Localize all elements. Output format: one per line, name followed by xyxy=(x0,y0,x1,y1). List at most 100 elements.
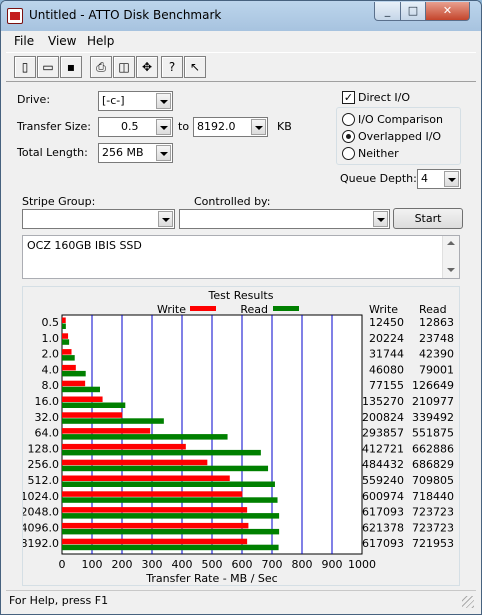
new-icon[interactable]: ▯ xyxy=(14,56,36,78)
read-value-label: 551875 xyxy=(412,427,454,440)
y-tick-label: 256.0 xyxy=(28,458,60,471)
y-tick-label: 1024.0 xyxy=(23,490,59,503)
read-value-label: 23748 xyxy=(419,332,454,345)
legend-read-label: Read xyxy=(240,303,268,316)
help-icon[interactable]: ? xyxy=(161,56,183,78)
total-length-select[interactable]: 256 MB xyxy=(98,143,173,163)
queue-depth-select[interactable]: 4 xyxy=(417,169,461,189)
write-bar xyxy=(62,380,86,387)
title-bar[interactable]: Untitled - ATTO Disk Benchmark _ □ ✕ xyxy=(1,1,481,31)
kb-label: KB xyxy=(277,120,292,133)
minimize-button[interactable]: _ xyxy=(374,2,401,21)
read-bar xyxy=(62,418,164,424)
status-text: For Help, press F1 xyxy=(9,594,109,607)
chevron-down-icon[interactable] xyxy=(373,211,388,227)
open-icon[interactable]: ▭ xyxy=(37,56,59,78)
save-icon[interactable]: ▪ xyxy=(60,56,82,78)
write-bar xyxy=(62,522,249,529)
chevron-down-icon[interactable] xyxy=(158,211,173,227)
stripe-group-select[interactable] xyxy=(22,209,175,229)
queue-depth-value: 4 xyxy=(421,172,428,185)
test-results-chart: Test Results Write Read Write Read 0 100 200 300… xyxy=(21,289,455,585)
controlled-by-label: Controlled by: xyxy=(194,195,271,208)
read-bar xyxy=(62,323,66,329)
read-bar xyxy=(62,528,280,535)
read-value-label: 210977 xyxy=(412,395,454,408)
chevron-down-icon[interactable] xyxy=(251,119,266,135)
y-tick-label: 64.0 xyxy=(35,427,60,440)
maximize-button[interactable]: □ xyxy=(400,2,426,21)
chevron-down-icon[interactable] xyxy=(444,171,459,187)
read-value-label: 723723 xyxy=(412,521,454,534)
io-comparison-radio[interactable] xyxy=(342,113,355,126)
controlled-by-select[interactable] xyxy=(179,209,390,229)
transfer-size-label: Transfer Size: xyxy=(17,120,92,133)
y-tick-label: 2048.0 xyxy=(23,506,59,519)
neither-radio[interactable] xyxy=(342,147,355,160)
read-bar xyxy=(62,370,86,377)
print-preview-icon[interactable]: ◫ xyxy=(113,56,135,78)
transfer-size-to-select[interactable]: 8192.0 xyxy=(193,117,268,137)
write-bar xyxy=(62,364,76,371)
menu-file[interactable]: File xyxy=(14,34,34,48)
read-value-label: 42390 xyxy=(419,348,454,361)
neither-label[interactable]: Neither xyxy=(358,147,399,160)
read-bar xyxy=(62,355,75,361)
write-value-label: 559240 xyxy=(362,474,404,487)
overlapped-io-label[interactable]: Overlapped I/O xyxy=(358,130,441,143)
read-bar xyxy=(62,402,126,408)
menu-view[interactable]: View xyxy=(48,34,76,48)
write-value-label: 621378 xyxy=(362,521,404,534)
start-button[interactable]: Start xyxy=(393,208,463,229)
close-button[interactable]: ✕ xyxy=(425,2,470,21)
x-tick-label: 1000 xyxy=(348,558,376,571)
y-tick-label: 8.0 xyxy=(42,379,60,392)
read-value-label: 718440 xyxy=(412,490,454,503)
write-value-label: 200824 xyxy=(362,411,404,424)
description-memo[interactable]: OCZ 160GB IBIS SSD xyxy=(22,235,460,279)
read-value-label: 126649 xyxy=(412,379,454,392)
menu-help[interactable]: Help xyxy=(87,34,114,48)
read-bar xyxy=(62,544,279,551)
atto-app-icon[interactable] xyxy=(7,8,23,24)
write-bar xyxy=(62,412,123,418)
read-value-label: 662886 xyxy=(412,442,454,455)
read-value-label: 686829 xyxy=(412,458,454,471)
read-bar xyxy=(62,481,275,487)
read-bar xyxy=(62,386,100,393)
resize-grip-icon[interactable] xyxy=(462,596,474,608)
read-bar xyxy=(62,339,70,345)
io-comparison-label[interactable]: I/O Comparison xyxy=(358,113,443,126)
direct-io-label[interactable]: Direct I/O xyxy=(358,91,410,104)
write-value-label: 484432 xyxy=(362,458,404,471)
print-icon[interactable]: ⎙ xyxy=(90,56,112,78)
results-title: Test Results xyxy=(208,289,274,302)
write-bar xyxy=(62,538,248,545)
to-label: to xyxy=(178,120,190,133)
write-value-label: 135270 xyxy=(362,395,404,408)
write-column-header: Write xyxy=(369,303,398,316)
chevron-down-icon[interactable] xyxy=(156,93,171,109)
app-window: Untitled - ATTO Disk Benchmark _ □ ✕ Fil… xyxy=(0,0,482,615)
read-value-label: 79001 xyxy=(419,363,454,376)
write-bar xyxy=(62,443,186,450)
legend-read-swatch xyxy=(273,306,299,311)
transfer-size-from-select[interactable]: 0.5 xyxy=(98,117,173,137)
direct-io-checkbox[interactable]: ✓ xyxy=(342,91,355,104)
description-text: OCZ 160GB IBIS SSD xyxy=(27,239,142,252)
chevron-down-icon[interactable] xyxy=(156,119,171,135)
move-icon[interactable]: ✥ xyxy=(136,56,158,78)
write-value-label: 46080 xyxy=(369,363,404,376)
write-value-label: 293857 xyxy=(362,427,404,440)
context-help-icon[interactable]: ↖ xyxy=(184,56,206,78)
status-bar: For Help, press F1 xyxy=(6,590,476,610)
scroll-up-icon[interactable] xyxy=(443,236,459,252)
chevron-down-icon[interactable] xyxy=(156,145,171,161)
write-bar xyxy=(62,349,72,355)
scroll-down-icon[interactable] xyxy=(443,262,459,278)
overlapped-io-radio[interactable] xyxy=(342,130,355,143)
write-bar xyxy=(62,396,103,402)
memo-scrollbar[interactable] xyxy=(442,236,459,278)
drive-select[interactable]: [-c-] xyxy=(98,91,173,111)
drive-value: [-c-] xyxy=(102,94,125,107)
